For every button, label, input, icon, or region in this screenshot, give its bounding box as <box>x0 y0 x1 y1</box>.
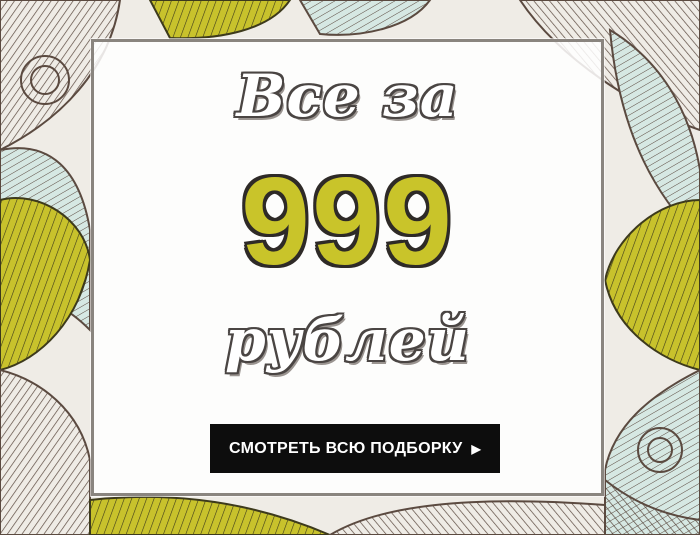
promo-card: Все за 999 рублей СМОТРЕТЬ ВСЮ ПОДБОРКУ … <box>91 39 604 496</box>
headline-top: Все за <box>236 62 459 130</box>
play-triangle-icon: ▶ <box>471 441 482 456</box>
promo-card-content: Все за 999 рублей СМОТРЕТЬ ВСЮ ПОДБОРКУ … <box>94 42 601 493</box>
price-value: 999 <box>241 153 454 291</box>
promo-banner[interactable]: Все за 999 рублей СМОТРЕТЬ ВСЮ ПОДБОРКУ … <box>0 0 700 535</box>
headline-bottom: рублей <box>225 306 470 374</box>
view-collection-button[interactable]: СМОТРЕТЬ ВСЮ ПОДБОРКУ ▶ <box>210 424 500 473</box>
view-collection-label: СМОТРЕТЬ ВСЮ ПОДБОРКУ <box>228 439 463 457</box>
